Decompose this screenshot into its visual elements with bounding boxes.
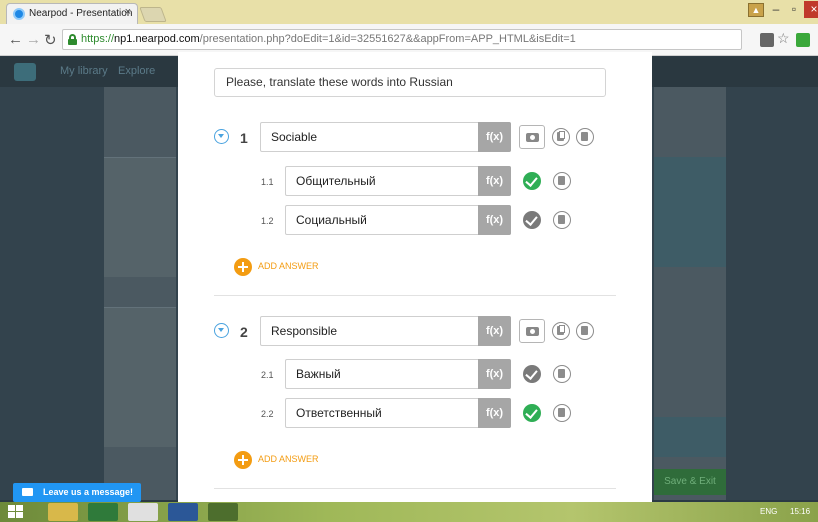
- question-divider: [214, 295, 616, 296]
- plus-icon: [234, 451, 252, 469]
- preview-image: [654, 417, 726, 457]
- copy-icon[interactable]: [552, 128, 570, 146]
- answer-number: 1.2: [261, 216, 274, 226]
- answer-number: 1.1: [261, 177, 274, 187]
- correct-answer-check-icon[interactable]: [523, 172, 541, 190]
- answer-text: Ответственный: [296, 406, 382, 420]
- question-number: 2: [240, 324, 248, 340]
- answer-text: Важный: [296, 367, 341, 381]
- instruction-field[interactable]: Please, translate these words into Russi…: [214, 68, 606, 97]
- url-host: np1.nearpod.com: [114, 33, 200, 45]
- user-profile-icon[interactable]: ▲: [748, 3, 764, 17]
- trash-icon[interactable]: [553, 172, 571, 190]
- answer-field[interactable]: Социальный f(x): [285, 205, 511, 235]
- camera-icon[interactable]: [519, 125, 545, 149]
- copy-icon[interactable]: [552, 322, 570, 340]
- answer-number: 2.2: [261, 409, 274, 419]
- answer-field[interactable]: Важный f(x): [285, 359, 511, 389]
- leave-message-button[interactable]: Leave us a message!: [13, 483, 141, 502]
- browser-tab[interactable]: Nearpod - Presentation ×: [6, 3, 138, 24]
- chat-label: Leave us a message!: [43, 487, 134, 497]
- poll-editor-modal: Please, translate these words into Russi…: [178, 52, 652, 502]
- formula-button[interactable]: f(x): [478, 398, 511, 428]
- extension-icon[interactable]: [760, 33, 774, 47]
- answer-text: Социальный: [296, 213, 367, 227]
- question-collapse-toggle[interactable]: [214, 323, 229, 338]
- preview-image: [654, 157, 726, 267]
- plus-icon: [234, 258, 252, 276]
- close-window-button[interactable]: ×: [804, 1, 818, 18]
- chrome-icon[interactable]: [128, 503, 158, 521]
- browser-tabstrip: Nearpod - Presentation × ▲ – ▫ ×: [0, 0, 818, 24]
- answer-number: 2.1: [261, 370, 274, 380]
- correct-answer-check-icon[interactable]: [523, 404, 541, 422]
- minimize-button[interactable]: –: [768, 1, 784, 18]
- bookmark-star-icon[interactable]: ☆: [777, 30, 791, 46]
- trash-icon[interactable]: [553, 211, 571, 229]
- formula-button[interactable]: f(x): [478, 166, 511, 196]
- address-bar[interactable]: https://np1.nearpod.com/presentation.php…: [62, 29, 742, 50]
- back-arrow-icon[interactable]: ←: [8, 31, 23, 48]
- answer-field[interactable]: Ответственный f(x): [285, 398, 511, 428]
- windows-taskbar: ENG 15:16: [0, 502, 818, 522]
- add-answer-label: ADD ANSWER: [258, 261, 319, 271]
- forward-arrow-icon[interactable]: →: [26, 31, 41, 48]
- formula-button[interactable]: f(x): [478, 316, 511, 346]
- question-divider: [214, 488, 616, 489]
- mark-correct-check-icon[interactable]: [523, 365, 541, 383]
- tab-close-icon[interactable]: ×: [125, 6, 131, 18]
- trash-icon[interactable]: [576, 128, 594, 146]
- nav-explore[interactable]: Explore: [118, 65, 155, 77]
- question-text: Responsible: [271, 324, 338, 338]
- formula-button[interactable]: f(x): [478, 122, 511, 152]
- file-explorer-icon[interactable]: [48, 503, 78, 521]
- nav-my-library[interactable]: My library: [60, 65, 108, 77]
- windows-start-icon[interactable]: [8, 505, 24, 519]
- answer-text: Общительный: [296, 174, 376, 188]
- lock-icon: [68, 34, 77, 45]
- formula-button[interactable]: f(x): [478, 359, 511, 389]
- trash-icon[interactable]: [553, 365, 571, 383]
- trash-icon[interactable]: [553, 404, 571, 422]
- clock[interactable]: 15:16: [790, 507, 810, 516]
- app-icon[interactable]: [208, 503, 238, 521]
- tab-title: Nearpod - Presentation: [29, 8, 133, 19]
- question-field[interactable]: Sociable f(x): [260, 122, 511, 152]
- reload-icon[interactable]: ↻: [44, 31, 57, 49]
- trash-icon[interactable]: [576, 322, 594, 340]
- nearpod-favicon-icon: [13, 8, 25, 20]
- word-icon[interactable]: [168, 503, 198, 521]
- question-collapse-toggle[interactable]: [214, 129, 229, 144]
- add-answer-label: ADD ANSWER: [258, 454, 319, 464]
- slide-card: [104, 307, 176, 447]
- mark-correct-check-icon[interactable]: [523, 211, 541, 229]
- question-number: 1: [240, 130, 248, 146]
- maximize-button[interactable]: ▫: [786, 1, 802, 18]
- answer-field[interactable]: Общительный f(x): [285, 166, 511, 196]
- camera-icon[interactable]: [519, 319, 545, 343]
- question-field[interactable]: Responsible f(x): [260, 316, 511, 346]
- save-exit-button[interactable]: Save & Exit: [654, 469, 726, 495]
- language-indicator[interactable]: ENG: [760, 507, 777, 516]
- formula-button[interactable]: f(x): [478, 205, 511, 235]
- new-tab-button[interactable]: [139, 7, 167, 22]
- envelope-icon: [22, 488, 33, 496]
- nearpod-logo-icon: [14, 63, 36, 81]
- store-icon[interactable]: [88, 503, 118, 521]
- slide-card: [104, 157, 176, 277]
- question-text: Sociable: [271, 130, 318, 144]
- url-path: /presentation.php?doEdit=1&id=32551627&&…: [199, 33, 576, 45]
- url-scheme: https://: [81, 33, 115, 45]
- green-extension-icon[interactable]: [796, 33, 810, 47]
